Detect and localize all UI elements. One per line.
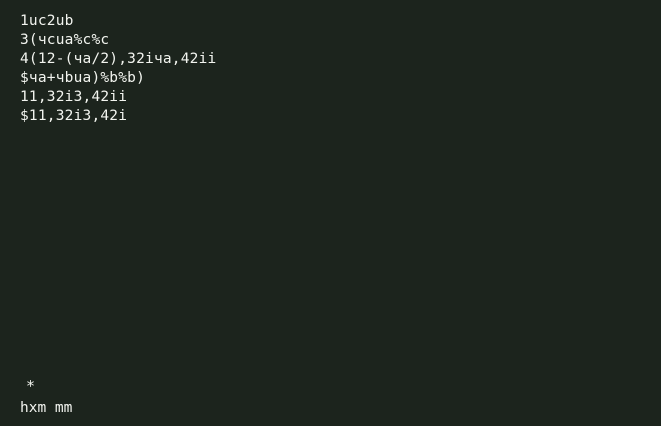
terminal-line: $11,32i3,42i (20, 108, 128, 124)
terminal-screen[interactable]: 1uc2ub 3(чcua%c%c 4(12-(чa/2),32iчa,42ii… (0, 0, 661, 426)
terminal-line: 3(чcua%c%c (20, 32, 110, 48)
terminal-output: 1uc2ub 3(чcua%c%c 4(12-(чa/2),32iчa,42ii… (20, 12, 216, 126)
status-line: hxm mm (20, 400, 73, 416)
terminal-line: 4(12-(чa/2),32iчa,42ii (20, 51, 217, 67)
cursor-mark: * (26, 377, 36, 395)
terminal-line: $чa+чbua)%b%b) (20, 70, 146, 86)
terminal-line: 1uc2ub (20, 13, 74, 29)
terminal-line: 11,32i3,42ii (20, 89, 128, 105)
